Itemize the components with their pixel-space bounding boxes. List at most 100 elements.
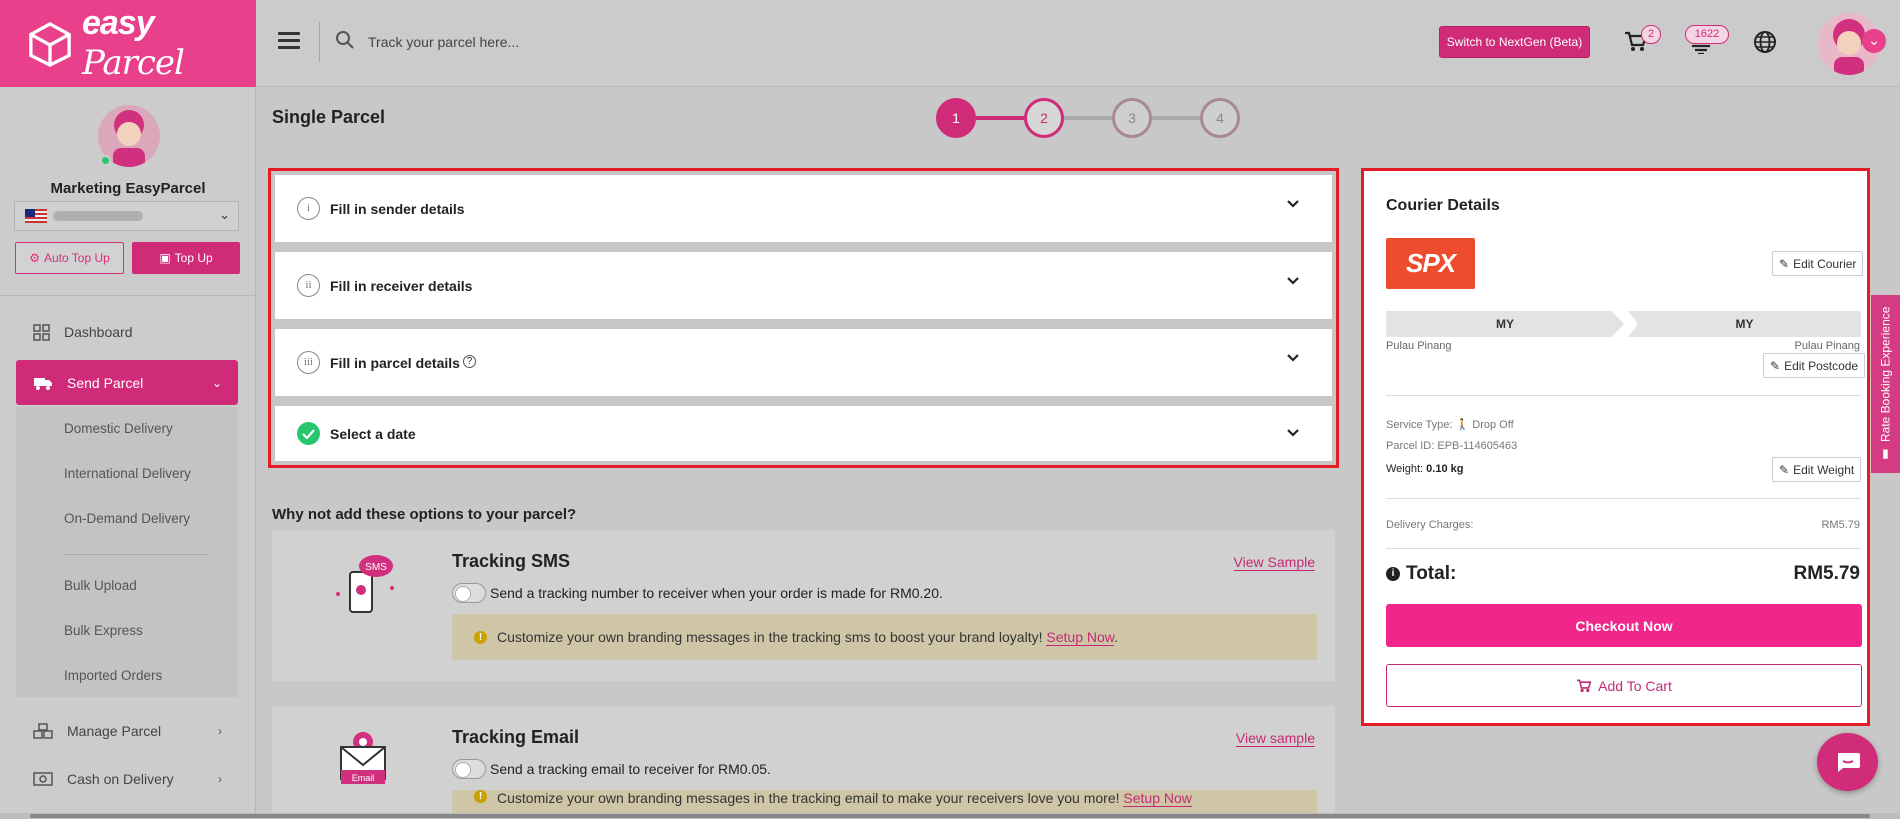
route-bar: MY MY [1386,311,1861,337]
add-to-cart-button[interactable]: Add To Cart [1386,664,1862,707]
chat-icon [1837,753,1860,772]
truck-icon [34,377,52,390]
sidebar: Marketing EasyParcel ⌄ ⚙ Auto Top Up ▣ Top… [0,87,256,819]
chat-button[interactable] [1817,733,1878,791]
tracking-sms-title: Tracking SMS [452,551,571,571]
info-icon: i [1386,567,1400,581]
edit-postcode-button[interactable]: ✎ Edit Postcode [1763,353,1866,378]
checkout-now-button[interactable]: Checkout Now [1386,604,1862,647]
pencil-icon: ✎ [1779,462,1790,477]
divider [0,295,256,296]
page-title: Single Parcel [272,107,386,127]
scrollbar-thumb[interactable] [30,814,1870,818]
view-sample-link[interactable]: View sample [1235,730,1315,747]
walking-icon: 🚶 [1455,419,1470,431]
step-4: 4 [1200,98,1240,138]
spx-courier-logo: SPX [1386,238,1475,289]
step-connector [1064,116,1112,120]
destination-country: MY [1628,311,1861,337]
track-parcel-input[interactable] [368,28,768,56]
total-label: i Total: [1386,563,1456,585]
accordion-parcel[interactable]: iii Fill in parcel details? [275,329,1332,396]
origin-city: Pulau Pinang [1386,340,1452,352]
help-icon[interactable]: ? [462,354,476,368]
country-select[interactable]: ⌄ [14,201,239,231]
sub-bulk-express[interactable]: Bulk Express [64,623,143,638]
step-2: 2 [1024,98,1064,138]
sub-imported-orders[interactable]: Imported Orders [64,668,162,683]
svg-text:Email: Email [352,773,375,783]
courier-details-title: Courier Details [1386,197,1500,214]
menu-icon[interactable] [278,30,300,50]
chevron-down-icon [1287,429,1299,437]
tracking-sms-toggle[interactable] [452,583,486,603]
tracking-sms-card: SMS Tracking SMS View Sample Send a trac… [272,530,1335,681]
switch-nextgen-button[interactable]: Switch to NextGen (Beta) [1439,26,1590,58]
dashboard-icon [33,323,50,341]
tracking-email-toggle[interactable] [452,759,486,779]
step-3: 3 [1112,98,1152,138]
accordion-date[interactable]: Select a date [275,406,1332,461]
wallet-icon: ▣ [159,251,171,265]
sub-bulk-upload[interactable]: Bulk Upload [64,578,137,593]
cart-count-badge: 2 [1641,25,1661,44]
search-icon [336,31,354,49]
step-number: i [297,197,320,220]
setup-now-link[interactable]: Setup Now [1046,629,1115,646]
origin-country: MY [1386,311,1624,337]
edit-courier-button[interactable]: ✎ Edit Courier [1772,251,1864,276]
sub-ondemand-delivery[interactable]: On-Demand Delivery [64,511,190,526]
step-number: iii [297,351,320,374]
step-1: 1 [936,98,976,138]
weight: Weight: 0.10 kg [1386,463,1464,475]
info-icon: ! [474,630,487,644]
pencil-icon: ✎ [1779,256,1790,271]
top-bar: easy Parcel Switch to NextGen (Beta) 2 1… [0,0,1900,87]
sms-phone-icon: SMS [336,555,394,613]
blurred-balance [53,211,143,221]
divider [64,554,209,555]
destination-city: Pulau Pinang [1794,340,1860,352]
details-accordion: i Fill in sender details ii Fill in rece… [268,168,1339,468]
sub-international-delivery[interactable]: International Delivery [64,466,191,481]
tracking-email-description: Send a tracking email to receiver for RM… [490,761,771,777]
view-sample-link[interactable]: View Sample [1233,554,1315,571]
rate-booking-experience-tab[interactable]: ▮ Rate Booking Experience [1871,295,1900,473]
coins-icon[interactable] [1690,32,1712,54]
divider [1386,498,1861,499]
user-name: Marketing EasyParcel [50,180,206,197]
step-number: ii [297,274,320,297]
online-status-dot [100,155,111,166]
nav-send-parcel[interactable]: Send Parcel ⌄ [16,360,238,405]
chevron-down-icon [1287,200,1299,208]
logo[interactable]: easy Parcel [0,0,256,87]
sms-branding-notice: ! Customize your own branding messages i… [452,614,1317,660]
nav-dashboard[interactable]: Dashboard [16,312,238,352]
auto-top-up-button[interactable]: ⚙ Auto Top Up [15,242,124,274]
chevron-down-icon[interactable]: ⌄ [1862,29,1886,53]
tracking-email-card: Email Tracking Email View sample Send a … [272,706,1335,813]
top-up-button[interactable]: ▣ Top Up [132,242,240,274]
divider [319,22,320,62]
feedback-icon: ▮ [1878,447,1893,462]
email-envelope-icon: Email [340,732,386,784]
parcel-id: Parcel ID: EPB-114605463 [1386,440,1518,452]
sub-domestic-delivery[interactable]: Domestic Delivery [64,421,173,436]
malaysia-flag-icon [25,209,47,223]
step-connector [1152,116,1200,120]
gear-icon: ⚙ [29,251,40,265]
accordion-receiver[interactable]: ii Fill in receiver details [275,252,1332,319]
nav-manage-parcel[interactable]: Manage Parcel › [16,711,238,751]
edit-weight-button[interactable]: ✎ Edit Weight [1772,457,1862,482]
tracking-sms-description: Send a tracking number to receiver when … [490,585,943,601]
setup-now-link[interactable]: Setup Now [1123,790,1192,807]
courier-details-panel: Courier Details SPX ✎ Edit Courier MY MY … [1361,168,1870,726]
nav-cash-on-delivery[interactable]: Cash on Delivery › [16,759,238,799]
svg-text:SMS: SMS [365,562,387,573]
delivery-charges-value: RM5.79 [1821,519,1860,531]
email-branding-notice: ! Customize your own branding messages i… [452,790,1317,813]
accordion-sender[interactable]: i Fill in sender details [275,175,1332,242]
chevron-down-icon: ⌄ [219,207,230,222]
cash-icon [33,772,53,786]
globe-icon[interactable] [1753,30,1777,54]
